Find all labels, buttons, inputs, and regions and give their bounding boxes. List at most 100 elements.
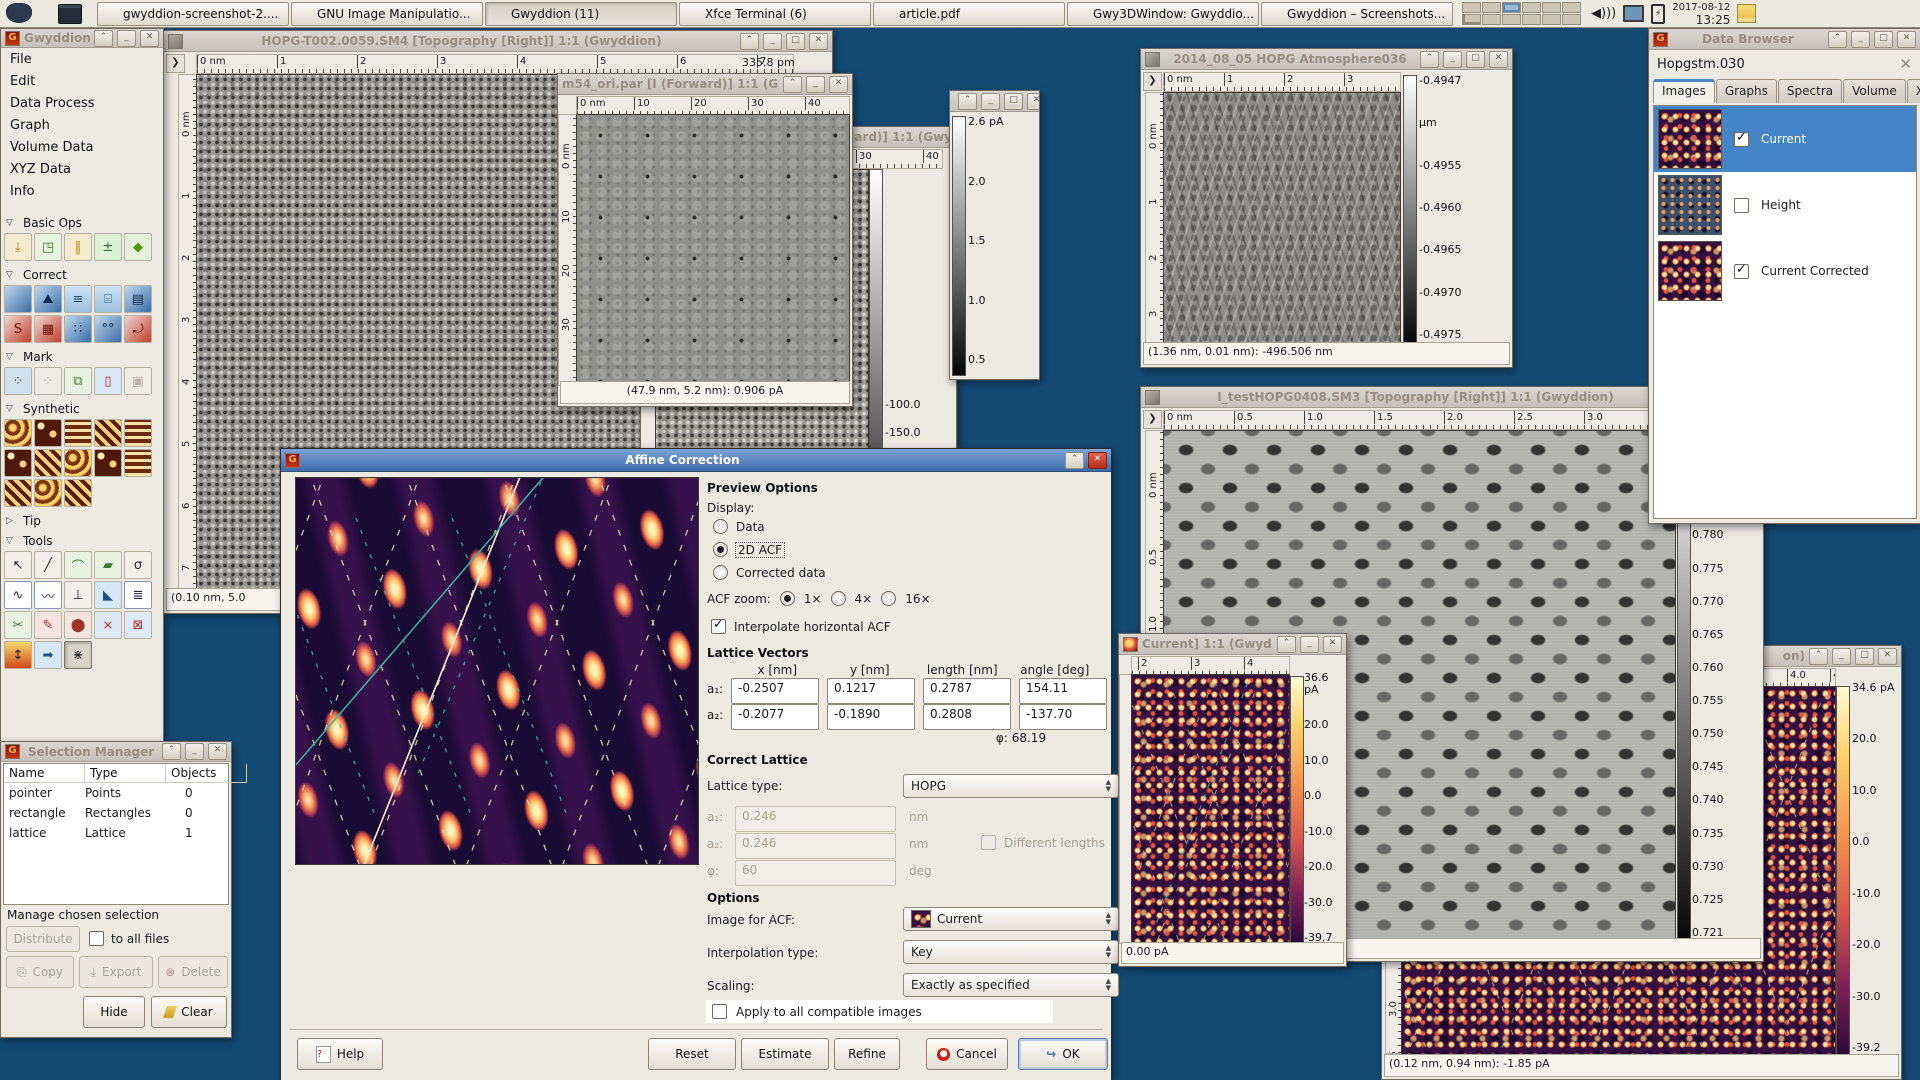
minimize-button[interactable]: _	[763, 33, 782, 50]
minimize-button[interactable]: _	[185, 743, 204, 760]
m54-stm-image[interactable]	[576, 114, 850, 386]
icon-facet-level[interactable]: ◆	[124, 233, 152, 261]
xfce-menu-icon[interactable]	[6, 3, 32, 23]
interpolate-acf-checkbox[interactable]: Interpolate horizontal ACF	[711, 619, 891, 634]
corrected-colorbar[interactable]	[1836, 686, 1850, 1056]
icon-tool-graph-fit[interactable]: ∿	[4, 581, 32, 609]
menu-item[interactable]: Edit	[1, 70, 163, 92]
section-tools[interactable]: ▽Tools	[1, 530, 163, 550]
section-tip[interactable]: ▷Tip	[1, 510, 163, 530]
icon-color-gradient[interactable]	[4, 285, 32, 313]
icon-polynomial-level[interactable]: ▤	[124, 285, 152, 313]
interpolation-type-combo[interactable]: Key ▲▼	[903, 940, 1119, 964]
shade-button[interactable]: ⌃	[958, 93, 977, 110]
maximize-button[interactable]: □	[786, 33, 805, 50]
minimize-button[interactable]: _	[981, 93, 1000, 110]
icon-tool-color-range[interactable]: ↕	[4, 641, 32, 669]
show-desktop-icon[interactable]	[58, 4, 82, 24]
selection-manager-titlebar[interactable]: G Selection Manager ⌃ _ ✕	[1, 742, 231, 762]
refine-button[interactable]: Refine	[834, 1038, 900, 1070]
taskbar-window-button[interactable]: Gwy3DWindow: Gwyddio...	[1067, 2, 1259, 26]
menu-item[interactable]: File	[1, 48, 163, 70]
cancel-button[interactable]: ● Cancel	[926, 1038, 1008, 1070]
tab[interactable]: XYZ	[1907, 79, 1920, 103]
close-button[interactable]: ✕	[829, 76, 848, 93]
close-button[interactable]: ✕	[1489, 51, 1508, 68]
maximize-button[interactable]: □	[1004, 93, 1023, 110]
radio-display-2d-acf[interactable]: 2D ACF	[713, 542, 784, 557]
volume-icon[interactable]: ◀)))	[1591, 6, 1616, 21]
scaling-combo[interactable]: Exactly as specified ▲▼	[903, 973, 1119, 997]
close-button[interactable]: ✕	[1897, 31, 1916, 48]
icon-tool-row-stats[interactable]: ≣	[124, 581, 152, 609]
clock[interactable]: 2017-08-12 13:25	[1672, 2, 1730, 26]
icon-synth-columnar[interactable]	[124, 419, 152, 447]
network-monitor-icon[interactable]	[1623, 5, 1644, 22]
icon-tool-profile[interactable]: ⌒	[64, 551, 92, 579]
icon-mark-threshold[interactable]: ⁘	[34, 367, 62, 395]
icon-synth-stripes[interactable]	[64, 479, 92, 507]
help-button[interactable]: ? Help	[297, 1038, 383, 1070]
taskbar-window-button[interactable]: Xfce Terminal (6)	[679, 2, 871, 26]
atmosphere-stm-image[interactable]	[1163, 92, 1401, 348]
list-item-height[interactable]: Height	[1654, 172, 1916, 238]
list-item-current-corrected[interactable]: Current Corrected	[1654, 238, 1916, 304]
dialog-titlebar[interactable]: G Affine Correction ⌃ ✕	[281, 449, 1111, 472]
maximize-button[interactable]: □	[1466, 51, 1485, 68]
chevron-right-icon[interactable]: ❯	[166, 54, 185, 73]
export-button[interactable]: ⤓Export	[79, 956, 153, 988]
taskbar-window-button[interactable]: Gwyddion – Screenshots...	[1261, 2, 1453, 26]
icon-synth-waves[interactable]	[34, 449, 62, 477]
menu-item[interactable]: Data Process	[1, 92, 163, 114]
taskbar-window-button[interactable]: article.pdf	[873, 2, 1065, 26]
section-mark[interactable]: ▽Mark	[1, 346, 163, 366]
lattice-type-combo[interactable]: HOPG ▲▼	[903, 774, 1119, 798]
selection-row[interactable]: pointer Points 0	[4, 783, 228, 803]
icon-image-arithmetic[interactable]: ±	[94, 233, 122, 261]
close-button[interactable]: ✕	[809, 33, 828, 50]
current-colorbar[interactable]	[1290, 676, 1304, 944]
shade-button[interactable]: ⌃	[1277, 636, 1296, 653]
selection-list-header[interactable]: NameTypeObjects	[4, 764, 228, 783]
section-synthetic[interactable]: ▽Synthetic	[1, 398, 163, 418]
chevron-right-icon[interactable]: ❯	[1143, 410, 1162, 429]
selection-row[interactable]: rectangle Rectangles 0	[4, 803, 228, 823]
icon-synth-domains[interactable]	[4, 449, 32, 477]
radio-acf-zoom-16x[interactable]	[881, 591, 896, 606]
copy-button[interactable]: ⎘Copy	[6, 956, 74, 988]
different-lengths-checkbox[interactable]: Different lengths	[981, 835, 1105, 850]
close-button[interactable]: ✕	[1088, 452, 1107, 469]
minimize-button[interactable]: _	[1851, 31, 1870, 48]
radio-display-corrected[interactable]: Corrected data	[713, 565, 826, 580]
icon-tool-roughness[interactable]: 〰	[34, 581, 62, 609]
maximize-button[interactable]: □	[1874, 31, 1893, 48]
icon-synth-bumps[interactable]	[34, 479, 62, 507]
icon-mark-grains[interactable]: ⁘	[4, 367, 32, 395]
taskbar-window-button[interactable]: GNU Image Manipulatio...	[291, 2, 483, 26]
icon-grain-summary[interactable]: ⧉	[64, 367, 92, 395]
delete-button[interactable]: ⊗Delete	[158, 956, 228, 988]
ok-button[interactable]: ↩ OK	[1018, 1038, 1108, 1070]
clear-button[interactable]: Clear	[151, 996, 227, 1028]
icon-tool-facet-analysis[interactable]: ◣	[94, 581, 122, 609]
distribute-button[interactable]: Distribute	[6, 926, 80, 952]
minimize-button[interactable]: _	[1832, 648, 1851, 665]
section-correct[interactable]: ▽Correct	[1, 264, 163, 284]
visibility-checkbox[interactable]	[1734, 198, 1749, 213]
a1-value-field[interactable]: 154.11	[1019, 678, 1107, 704]
icon-remove-scars[interactable]: ∷	[64, 315, 92, 343]
icon-plane-level[interactable]: ⛰	[34, 285, 62, 313]
hidden-scale-colorbar[interactable]	[952, 116, 966, 376]
radio-acf-zoom-1x[interactable]	[780, 591, 795, 606]
current-titlebar[interactable]: Current] 1:1 (Gwyd ⌃ _ ✕	[1119, 634, 1346, 655]
close-button[interactable]: ✕	[1027, 93, 1039, 110]
icon-tool-lattice[interactable]: ⋇	[64, 641, 92, 669]
icon-fix-zero[interactable]: ⤓	[4, 233, 32, 261]
icon-tool-remove-mask[interactable]: ⊠	[124, 611, 152, 639]
a2-value-field[interactable]: -0.1890	[827, 704, 915, 730]
workspace-pager[interactable]	[1462, 2, 1581, 25]
icon-synth-lattice[interactable]	[64, 419, 92, 447]
menu-item[interactable]: Graph	[1, 114, 163, 136]
icon-synth-ballistic[interactable]	[124, 449, 152, 477]
close-button[interactable]: ✕	[208, 743, 227, 760]
